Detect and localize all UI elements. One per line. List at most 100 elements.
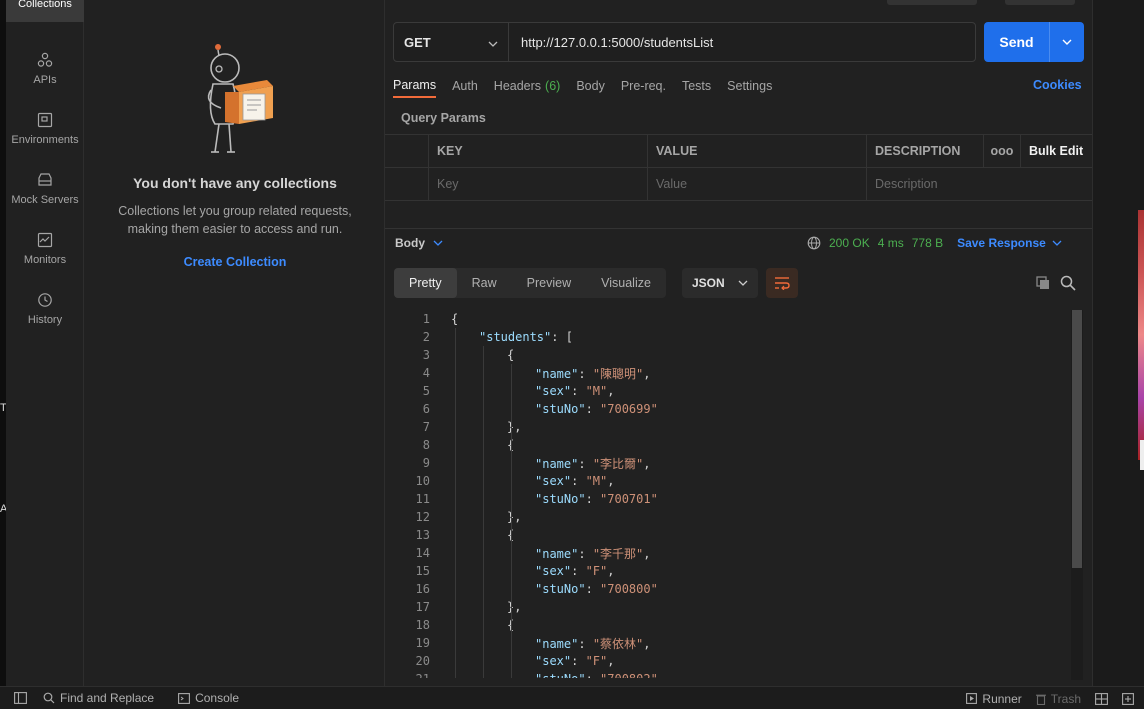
code-token: "M" [585,474,608,488]
code-text: }, [507,420,521,434]
code-text: "sex": "M", [535,384,615,398]
response-size[interactable]: 778 B [912,236,943,250]
code-token: "李比爾" [592,456,644,471]
tab-pretty[interactable]: Pretty [394,268,457,298]
url-input[interactable]: http://127.0.0.1:5000/studentsList [509,23,975,61]
code-token: , [607,384,615,398]
tab-label: Params [393,78,437,92]
code-token: "stuNo" [535,582,586,596]
drag-column [385,135,429,167]
code-token: , [607,654,615,668]
line-number: 14 [415,546,430,560]
description-input[interactable]: Description [867,168,1021,200]
globe-icon[interactable] [807,236,821,250]
tab-params[interactable]: Params [393,74,437,98]
line-number: 10 [415,474,430,488]
scrollbar-thumb[interactable] [1072,310,1082,568]
runner-button[interactable]: Runner [966,691,1022,706]
bulk-edit-button[interactable]: Bulk Edit [1021,135,1092,167]
response-time[interactable]: 4 ms [878,236,904,250]
send-button[interactable]: Send [984,22,1084,62]
code-token: : [571,564,586,578]
tab-pre-request[interactable]: Pre-req. [621,74,666,98]
sidebar-item-label: History [27,313,63,326]
code-token: "蔡依林" [592,636,644,651]
status-code[interactable]: 200 OK [829,236,870,250]
chevron-down-icon [1052,240,1062,246]
code-text: }, [507,510,521,524]
tab-visualize[interactable]: Visualize [586,268,666,298]
wrap-lines-button[interactable] [766,268,798,298]
code-token: "name" [535,456,579,471]
trash-icon [1035,694,1046,705]
help-icon[interactable] [1122,692,1134,705]
console-button[interactable]: Console [178,691,239,705]
code-text: "name": "李千那", [535,545,651,562]
tab-body[interactable]: Body [576,74,605,98]
code-line: 2 "students": [ [385,328,1070,346]
tab-auth[interactable]: Auth [452,74,478,98]
code-text: }, [507,600,521,614]
tab-label: Auth [452,79,478,93]
code-token: : [578,636,593,651]
create-collection-link[interactable]: Create Collection [85,255,385,269]
code-token: "700699" [600,402,658,416]
code-token: "700800" [600,582,658,596]
sidebar-item-monitors[interactable]: Monitors [6,218,84,278]
layout-toggle-icon[interactable] [1095,692,1108,705]
trash-button[interactable]: Trash [1035,692,1081,706]
code-token: : [578,366,593,381]
code-scrollbar[interactable] [1071,310,1083,680]
response-status-bar: 200 OK 4 ms 778 B Save Response [807,236,1062,250]
indent-guide [511,364,512,678]
sidebar-item-history[interactable]: History [6,278,84,338]
sidebar-item-label: Environments [11,133,79,146]
code-token: , [643,456,651,471]
code-line: 3{ [385,346,1070,364]
value-input[interactable]: Value [648,168,867,200]
wrap-icon [775,277,790,290]
response-body-selector[interactable]: Body [395,236,443,250]
method-select[interactable]: GET [394,23,509,61]
sidebar-item-collections[interactable]: Collections [6,0,84,22]
code-token: : [585,402,601,416]
code-token: , [643,546,651,561]
copy-icon[interactable] [1035,275,1051,291]
code-token: : [571,474,586,488]
format-select[interactable]: JSON [682,268,758,298]
sidebar-item-environments[interactable]: Environments [6,98,84,158]
sidebar-item-apis[interactable]: APIs [6,38,84,98]
console-icon [178,692,191,704]
search-icon[interactable] [1060,275,1076,291]
more-options-icon[interactable]: ooo [984,135,1021,167]
key-input[interactable]: Key [429,168,648,200]
sidebar-item-mock-servers[interactable]: Mock Servers [6,158,84,218]
collections-panel: You don't have any collections Collectio… [85,0,385,686]
code-line: 9 "name": "李比爾", [385,454,1070,472]
code-line: 18{ [385,616,1070,634]
code-token: "M" [585,384,608,398]
code-token: "stuNo" [535,402,586,416]
send-options-chevron-icon[interactable] [1050,22,1084,62]
sidebar-item-label: APIs [33,73,57,86]
code-text: "stuNo": "700802" [535,672,658,678]
tab-settings[interactable]: Settings [727,74,772,98]
send-label: Send [984,22,1050,62]
tab-tests[interactable]: Tests [682,74,711,98]
toggle-sidebar-icon[interactable] [14,692,27,704]
tab-preview[interactable]: Preview [512,268,586,298]
cookies-link[interactable]: Cookies [1033,78,1082,92]
line-number: 15 [415,564,430,578]
response-code-viewer[interactable]: 1{2 "students": [3{4 "name": "陳聰明", 5 "sex":… [385,310,1070,678]
find-replace-button[interactable]: Find and Replace [43,691,154,705]
column-header-key: KEY [429,135,648,167]
footer-right-group: Runner Trash [950,687,1134,709]
code-line: 17}, [385,598,1070,616]
code-token: , [643,366,651,381]
tab-raw[interactable]: Raw [457,268,512,298]
chevron-down-icon [738,280,748,286]
save-response-button[interactable]: Save Response [957,236,1062,250]
tab-headers[interactable]: Headers (6) [494,74,561,98]
history-icon [36,291,54,309]
runner-label: Runner [982,691,1022,706]
